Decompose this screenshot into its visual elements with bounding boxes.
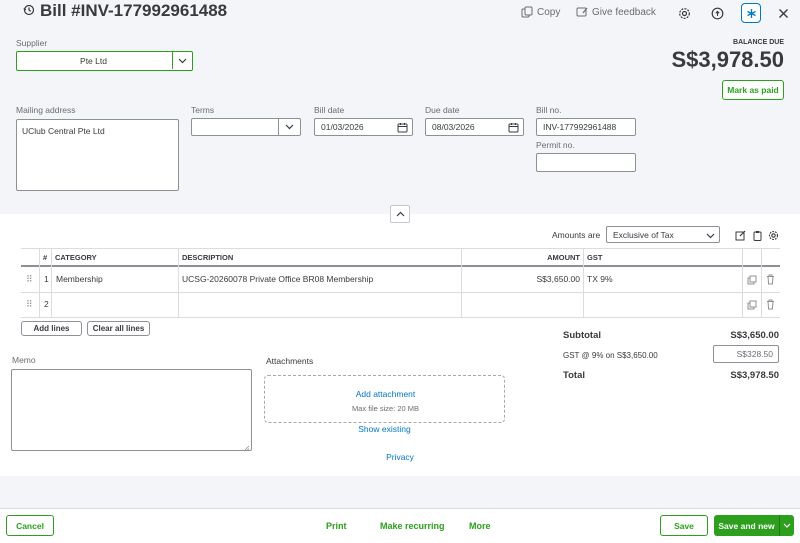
due-date-label: Due date [425, 105, 460, 115]
attachments-label: Attachments [266, 356, 314, 366]
table-header-border [21, 265, 780, 267]
chevron-down-icon[interactable] [278, 119, 300, 135]
save-button[interactable]: Save [660, 515, 708, 536]
balance-due-label: BALANCE DUE [733, 39, 784, 46]
subtotal-value: S$3,650.00 [730, 330, 779, 341]
drag-handle-icon[interactable]: ⠿ [26, 299, 33, 310]
amounts-are-label: Amounts are [552, 230, 601, 240]
print-button[interactable]: Print [326, 521, 347, 531]
permit-no-label: Permit no. [536, 140, 575, 150]
due-date-field[interactable]: 08/03/2026 [425, 118, 524, 136]
feedback-icon [576, 7, 588, 17]
duplicate-icon[interactable] [746, 299, 758, 311]
trash-icon[interactable] [764, 273, 776, 285]
gst-label: GST @ 9% on S$3,650.00 [563, 351, 658, 360]
copy-icon [521, 6, 533, 18]
col-divider [178, 248, 179, 318]
amounts-are-select[interactable]: Exclusive of Tax [606, 226, 720, 243]
collapse-chevron-up-icon[interactable] [390, 205, 410, 223]
bill-date-field[interactable]: 01/03/2026 [314, 118, 413, 136]
supplier-label: Supplier [16, 38, 48, 48]
col-header-num: # [43, 253, 48, 262]
table-settings-gear-icon[interactable] [767, 229, 779, 241]
row-divider [21, 317, 780, 318]
col-header-category: CATEGORY [55, 253, 97, 262]
max-file-size: Max file size: 20 MB [351, 404, 420, 413]
row-number: 1 [44, 274, 49, 284]
terms-select[interactable] [191, 118, 301, 136]
balance-due-amount: S$3,978.50 [671, 47, 784, 72]
mark-as-paid-button[interactable]: Mark as paid [722, 80, 784, 100]
assistant-icon[interactable] [741, 3, 761, 23]
total-value: S$3,978.50 [730, 370, 779, 381]
bill-date-label: Bill date [314, 105, 345, 115]
mailing-address-label: Mailing address [16, 105, 76, 115]
calendar-icon[interactable] [508, 122, 519, 135]
copy-button[interactable]: Copy [521, 6, 560, 18]
chevron-down-icon [706, 231, 715, 241]
col-divider [742, 248, 743, 318]
privacy-link[interactable]: Privacy [264, 452, 536, 462]
resize-handle-icon[interactable] [244, 443, 250, 451]
subtotal-label: Subtotal [563, 330, 601, 341]
clipboard-icon[interactable] [751, 229, 763, 241]
page-title: Bill #INV-177992961488 [40, 1, 228, 20]
help-icon[interactable] [710, 6, 724, 20]
close-icon[interactable] [776, 6, 790, 20]
memo-label: Memo [12, 355, 36, 365]
make-recurring-button[interactable]: Make recurring [380, 521, 445, 531]
due-date-value: 08/03/2026 [432, 122, 475, 132]
supplier-value: Pte Ltd [80, 55, 107, 66]
bill-date-value: 01/03/2026 [321, 122, 364, 132]
row-divider [21, 292, 780, 293]
clear-all-lines-button[interactable]: Clear all lines [87, 321, 150, 336]
bottom-band [0, 476, 800, 508]
bill-no-field[interactable]: INV-177992961488 [536, 118, 636, 136]
give-feedback-button[interactable]: Give feedback [576, 6, 656, 18]
save-and-new-button-group[interactable]: Save and new [714, 515, 794, 536]
col-header-amount: AMOUNT [547, 253, 580, 262]
row-amount[interactable]: S$3,650.00 [462, 274, 580, 284]
terms-label: Terms [191, 105, 215, 115]
table-top-border [21, 248, 780, 249]
col-header-description: DESCRIPTION [182, 253, 234, 262]
cancel-button[interactable]: Cancel [6, 515, 54, 536]
col-divider [761, 248, 762, 318]
history-icon[interactable] [22, 3, 36, 17]
settings-gear-icon[interactable] [677, 6, 691, 20]
row-gst[interactable]: TX 9% [587, 274, 613, 284]
calendar-icon[interactable] [397, 122, 408, 135]
memo-field[interactable] [11, 369, 252, 451]
duplicate-icon[interactable] [746, 274, 758, 286]
gst-amount-field[interactable]: S$328.50 [713, 345, 779, 363]
chevron-down-icon[interactable] [780, 515, 794, 536]
bill-no-label: Bill no. [536, 105, 562, 115]
col-divider [583, 248, 584, 318]
show-existing-link[interactable]: Show existing [264, 424, 505, 434]
row-description[interactable]: UCSG-20260078 Private Office BR08 Member… [182, 274, 373, 284]
col-divider [39, 248, 40, 318]
trash-icon[interactable] [764, 298, 776, 310]
total-label: Total [563, 370, 585, 381]
attachment-dropzone[interactable]: Add attachment Max file size: 20 MB [264, 375, 505, 423]
more-button[interactable]: More [469, 521, 491, 531]
add-lines-button[interactable]: Add lines [21, 321, 82, 336]
mailing-address-field[interactable]: UClub Central Pte Ltd [16, 119, 179, 191]
permit-no-field[interactable] [536, 153, 636, 172]
drag-handle-icon[interactable]: ⠿ [26, 274, 33, 285]
row-number: 2 [44, 299, 49, 309]
amounts-are-value: Exclusive of Tax [613, 229, 674, 240]
col-header-gst: GST [587, 253, 603, 262]
add-attachment-link[interactable]: Add attachment [265, 389, 506, 399]
save-and-new-button[interactable]: Save and new [714, 515, 780, 536]
col-divider [51, 248, 52, 318]
chevron-down-icon[interactable] [172, 52, 192, 69]
supplier-select[interactable]: Pte Ltd [16, 51, 193, 71]
row-category[interactable]: Membership [56, 274, 103, 284]
edit-icon[interactable] [734, 229, 746, 241]
